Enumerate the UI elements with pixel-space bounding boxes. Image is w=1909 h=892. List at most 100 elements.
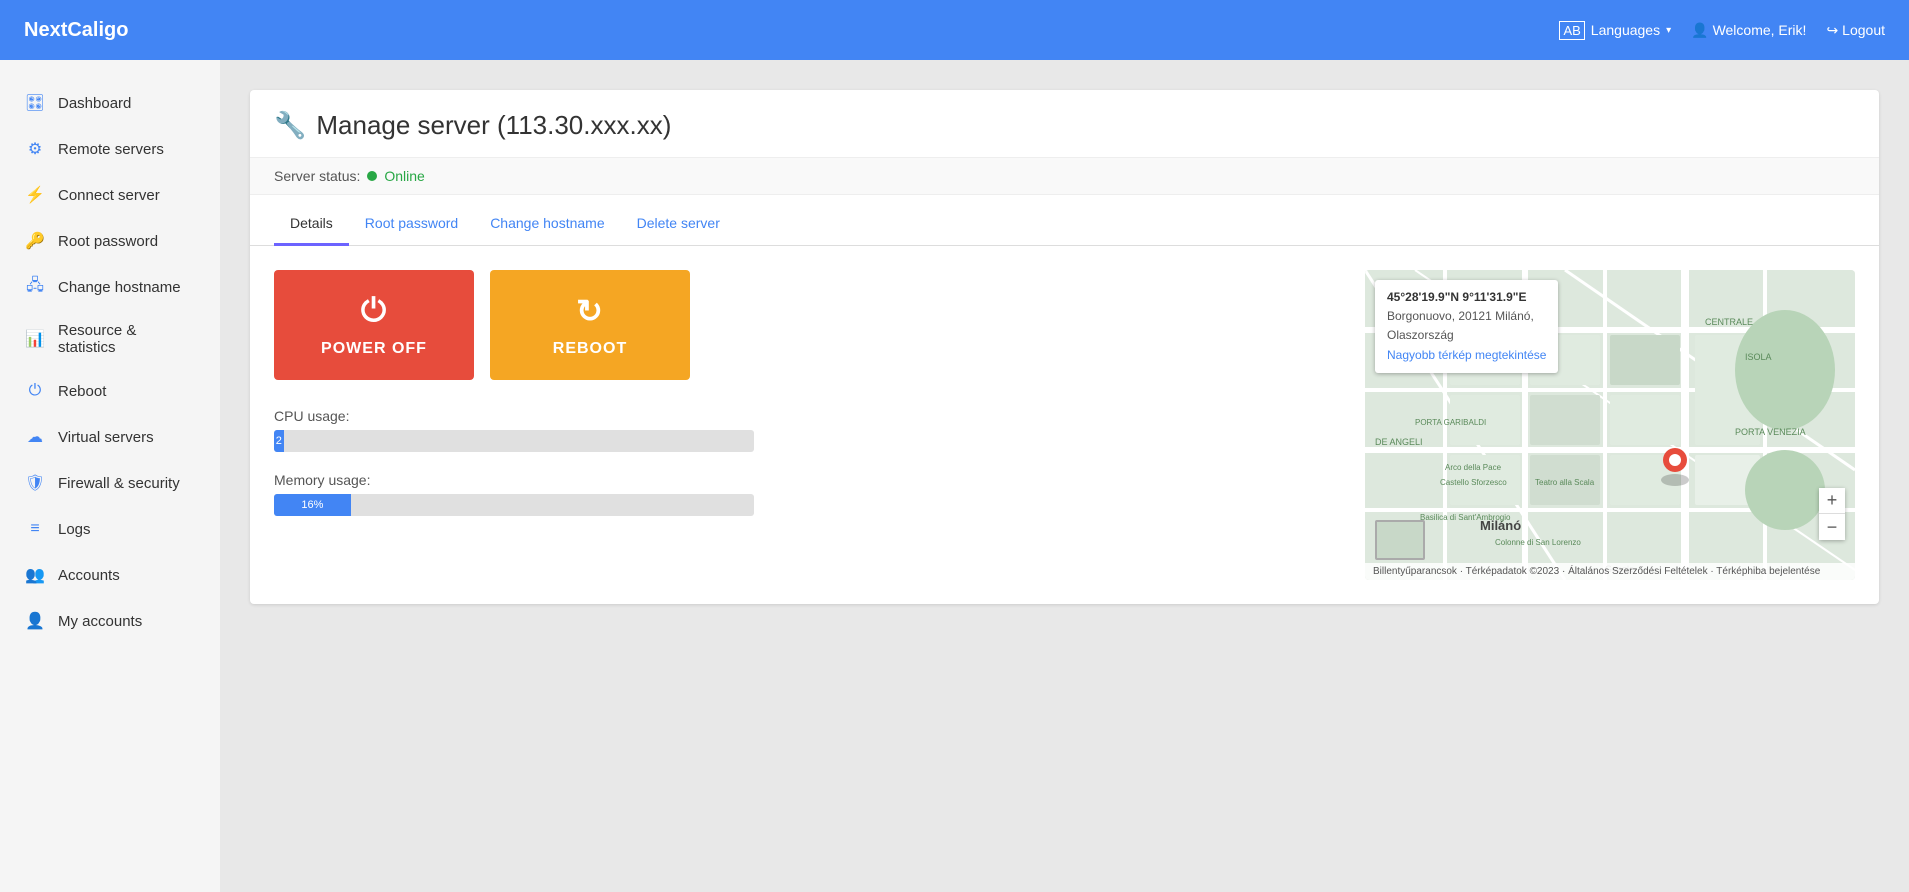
sidebar-label-root-password: Root password (58, 233, 158, 250)
svg-text:Basilica di Sant'Ambrogio: Basilica di Sant'Ambrogio (1420, 513, 1511, 522)
sidebar-item-dashboard[interactable]: 🎛 Dashboard (0, 80, 220, 126)
cpu-label: CPU usage: (274, 408, 1341, 424)
resource-statistics-icon: 📊 (24, 328, 46, 350)
header: NextCaligo AB Languages ▾ 👤 Welcome, Eri… (0, 0, 1909, 60)
svg-text:CENTRALE: CENTRALE (1705, 317, 1753, 327)
map-coordinates: 45°28'19.9"N 9°11'31.9"E (1387, 288, 1546, 307)
sidebar-label-accounts: Accounts (58, 567, 120, 584)
sidebar-item-connect-server[interactable]: ⚡ Connect server (0, 172, 220, 218)
map-footer-text: Billentyűparancsok · Térképadatok ©2023 … (1373, 566, 1820, 577)
sidebar-label-connect-server: Connect server (58, 187, 160, 204)
sidebar-item-accounts[interactable]: 👥 Accounts (0, 552, 220, 598)
memory-label: Memory usage: (274, 472, 1341, 488)
sidebar-label-change-hostname: Change hostname (58, 279, 181, 296)
map-address-line2: Olaszország (1387, 326, 1546, 345)
map-zoom-in-button[interactable]: + (1819, 488, 1845, 514)
sidebar-item-reboot[interactable]: ⏻ Reboot (0, 368, 220, 414)
memory-progress-track: 16% (274, 494, 754, 516)
tab-content: ⏻ POWER OFF ↻ REBOOT CPU usage: (250, 246, 1879, 604)
map-zoom-controls: + − (1819, 488, 1845, 540)
memory-value: 16% (301, 499, 323, 511)
reboot-label: REBOOT (553, 340, 627, 358)
connect-server-icon: ⚡ (24, 184, 46, 206)
svg-text:Castello Sforzesco: Castello Sforzesco (1440, 478, 1507, 487)
page-title-text: Manage server (113.30.xxx.xx) (316, 110, 671, 141)
svg-text:DE ANGELI: DE ANGELI (1375, 437, 1423, 447)
svg-text:PORTA VENEZIA: PORTA VENEZIA (1735, 427, 1806, 437)
my-accounts-icon: 👤 (24, 610, 46, 632)
sidebar-label-remote-servers: Remote servers (58, 141, 164, 158)
right-panel: ISOLA CENTRALE PORTA VENEZIA DE ANGELI M… (1365, 270, 1855, 580)
sidebar-label-logs: Logs (58, 521, 91, 538)
logout-button[interactable]: ↪ Logout (1826, 22, 1885, 39)
content-card: 🔧 Manage server (113.30.xxx.xx) Server s… (250, 90, 1879, 604)
accounts-icon: 👥 (24, 564, 46, 586)
sidebar-label-reboot: Reboot (58, 383, 106, 400)
virtual-servers-icon: ☁ (24, 426, 46, 448)
layout: 🎛 Dashboard ⚙ Remote servers ⚡ Connect s… (0, 60, 1909, 892)
power-off-label: POWER OFF (321, 340, 427, 358)
sidebar-item-resource-statistics[interactable]: 📊 Resource & statistics (0, 310, 220, 368)
larger-map-link[interactable]: Nagyobb térkép megtekintése (1387, 346, 1546, 365)
map-container[interactable]: ISOLA CENTRALE PORTA VENEZIA DE ANGELI M… (1365, 270, 1855, 580)
remote-servers-icon: ⚙ (24, 138, 46, 160)
left-panel: ⏻ POWER OFF ↻ REBOOT CPU usage: (274, 270, 1341, 580)
sidebar-item-my-accounts[interactable]: 👤 My accounts (0, 598, 220, 644)
svg-text:Colonne di San Lorenzo: Colonne di San Lorenzo (1495, 538, 1581, 547)
firewall-icon: 🛡 (24, 472, 46, 494)
map-zoom-out-button[interactable]: − (1819, 514, 1845, 540)
map-thumbnail (1375, 520, 1425, 560)
status-indicator (367, 171, 377, 181)
tab-delete-server-label: Delete server (637, 215, 720, 231)
sidebar-item-virtual-servers[interactable]: ☁ Virtual servers (0, 414, 220, 460)
tab-root-password-label: Root password (365, 215, 458, 231)
tab-bar: Details Root password Change hostname De… (250, 203, 1879, 246)
cpu-progress-fill: 2 (274, 430, 284, 452)
tab-delete-server[interactable]: Delete server (621, 203, 736, 246)
sidebar-item-remote-servers[interactable]: ⚙ Remote servers (0, 126, 220, 172)
svg-text:PORTA GARIBALDI: PORTA GARIBALDI (1415, 418, 1486, 427)
power-off-button[interactable]: ⏻ POWER OFF (274, 270, 474, 380)
tab-details-label: Details (290, 215, 333, 231)
chevron-down-icon: ▾ (1666, 25, 1671, 36)
dashboard-icon: 🎛 (24, 92, 46, 114)
header-actions: AB Languages ▾ 👤 Welcome, Erik! ↪ Logout (1559, 21, 1885, 40)
tab-change-hostname[interactable]: Change hostname (474, 203, 620, 246)
sidebar-label-virtual-servers: Virtual servers (58, 429, 154, 446)
reboot-button[interactable]: ↻ REBOOT (490, 270, 690, 380)
action-buttons: ⏻ POWER OFF ↻ REBOOT (274, 270, 1341, 380)
cpu-value: 2 (276, 435, 282, 447)
tab-details[interactable]: Details (274, 203, 349, 246)
languages-dropdown[interactable]: AB Languages ▾ (1559, 21, 1671, 40)
change-hostname-icon: 🖧 (24, 276, 46, 298)
reboot-icon: ⏻ (24, 380, 46, 402)
tab-root-password[interactable]: Root password (349, 203, 474, 246)
map-footer: Billentyűparancsok · Térképadatok ©2023 … (1365, 563, 1855, 580)
brand-title: NextCaligo (24, 19, 128, 42)
sidebar-label-my-accounts: My accounts (58, 613, 142, 630)
memory-usage-section: Memory usage: 16% (274, 472, 1341, 516)
main-content: 🔧 Manage server (113.30.xxx.xx) Server s… (220, 60, 1909, 892)
logs-icon: ≡ (24, 518, 46, 540)
welcome-text: Welcome, Erik! (1713, 22, 1807, 38)
cpu-usage-section: CPU usage: 2 (274, 408, 1341, 452)
svg-text:Arco della Pace: Arco della Pace (1445, 463, 1502, 472)
sidebar-item-logs[interactable]: ≡ Logs (0, 506, 220, 552)
sidebar-item-firewall-security[interactable]: 🛡 Firewall & security (0, 460, 220, 506)
sidebar-item-root-password[interactable]: 🔑 Root password (0, 218, 220, 264)
svg-text:ISOLA: ISOLA (1745, 352, 1772, 362)
sidebar: 🎛 Dashboard ⚙ Remote servers ⚡ Connect s… (0, 60, 220, 892)
reboot-btn-icon: ↻ (576, 292, 604, 330)
languages-label: Languages (1591, 22, 1660, 38)
languages-icon: AB (1559, 21, 1584, 40)
root-password-icon: 🔑 (24, 230, 46, 252)
sidebar-item-change-hostname[interactable]: 🖧 Change hostname (0, 264, 220, 310)
sidebar-label-resource-statistics: Resource & statistics (58, 322, 196, 356)
sidebar-label-firewall-security: Firewall & security (58, 475, 180, 492)
map-info-box: 45°28'19.9"N 9°11'31.9"E Borgonuovo, 201… (1375, 280, 1558, 373)
logout-icon: ↪ (1826, 22, 1838, 39)
map-address-line1: Borgonuovo, 20121 Milánó, (1387, 307, 1546, 326)
page-title: 🔧 Manage server (113.30.xxx.xx) (250, 90, 1879, 157)
svg-text:Teatro alla Scala: Teatro alla Scala (1535, 478, 1595, 487)
cpu-progress-track: 2 (274, 430, 754, 452)
